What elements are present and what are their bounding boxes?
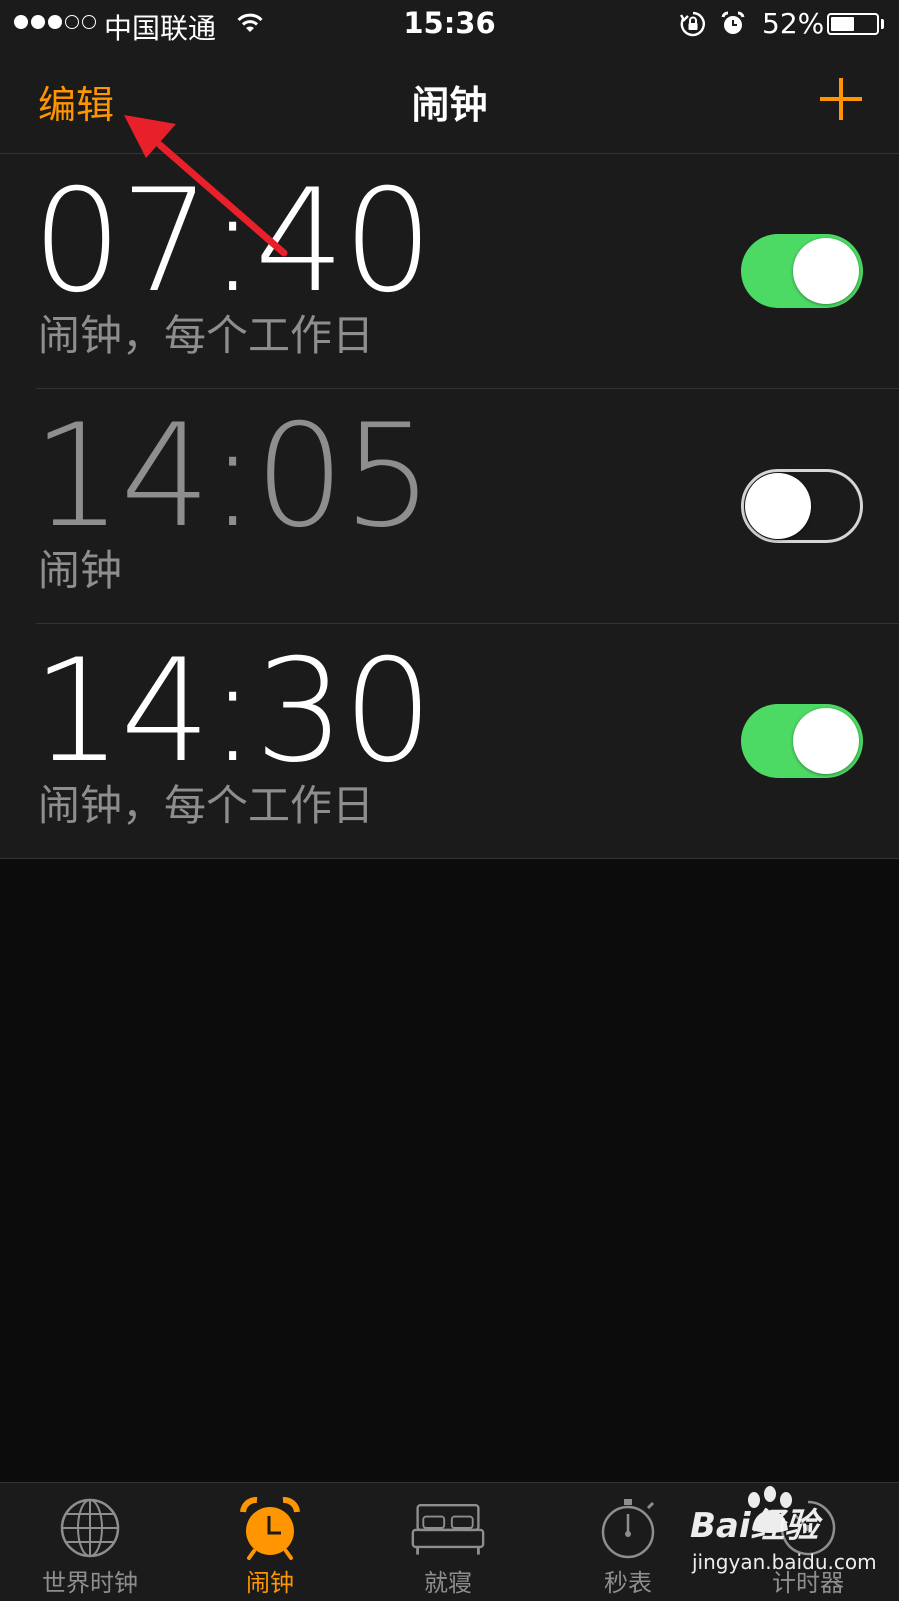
alarm-label: 闹钟 <box>38 546 123 595</box>
toggle-knob <box>745 473 811 539</box>
plus-icon[interactable] <box>818 76 864 122</box>
alarm-list: 07:40 闹钟，每个工作日 14:05 闹钟 14:30 闹钟，每个工作日 <box>0 154 899 859</box>
tab-timer[interactable]: 计时器 <box>718 1483 898 1601</box>
page-title: 闹钟 <box>411 83 488 127</box>
toggle-knob <box>793 238 859 304</box>
alarm-time: 14:05 <box>32 394 433 559</box>
row-separator <box>0 858 899 859</box>
navigation-bar: 编辑 闹钟 <box>0 50 899 154</box>
status-bar: 中国联通 15:36 52% <box>0 0 899 50</box>
alarm-toggle[interactable] <box>741 704 863 778</box>
timer-icon <box>780 1500 836 1556</box>
alarm-status-icon <box>721 11 745 34</box>
battery-percentage: 52% <box>762 7 825 40</box>
alarm-label: 闹钟，每个工作日 <box>38 311 375 360</box>
battery-fill <box>831 17 854 31</box>
tab-label: 就寝 <box>424 1569 472 1597</box>
alarm-label: 闹钟，每个工作日 <box>38 781 375 830</box>
battery-icon <box>827 13 879 35</box>
tab-bedtime[interactable]: 就寝 <box>358 1483 538 1601</box>
tab-world-clock[interactable]: 世界时钟 <box>0 1483 180 1601</box>
tab-alarm[interactable]: 闹钟 <box>180 1483 360 1601</box>
alarm-time: 14:30 <box>32 629 433 794</box>
toggle-knob <box>793 708 859 774</box>
bed-icon <box>411 1504 485 1555</box>
alarm-row[interactable]: 14:30 闹钟，每个工作日 <box>0 624 899 859</box>
tab-label: 闹钟 <box>246 1569 294 1597</box>
alarm-toggle[interactable] <box>741 469 863 543</box>
alarm-clock-icon <box>240 1497 300 1560</box>
tab-label: 世界时钟 <box>42 1569 138 1597</box>
globe-icon <box>60 1498 120 1558</box>
alarm-row[interactable]: 07:40 闹钟，每个工作日 <box>0 154 899 389</box>
tab-bar: 世界时钟 闹钟 就寝 秒表 计时器 <box>0 1482 899 1601</box>
tab-label: 计时器 <box>772 1569 844 1597</box>
battery-cap <box>881 19 884 29</box>
rotation-lock-icon <box>680 11 705 37</box>
tab-stopwatch[interactable]: 秒表 <box>538 1483 718 1601</box>
tab-label: 秒表 <box>604 1569 652 1597</box>
stopwatch-icon <box>601 1499 655 1559</box>
alarm-time: 07:40 <box>32 159 433 324</box>
alarm-toggle[interactable] <box>741 234 863 308</box>
alarm-row[interactable]: 14:05 闹钟 <box>0 389 899 624</box>
